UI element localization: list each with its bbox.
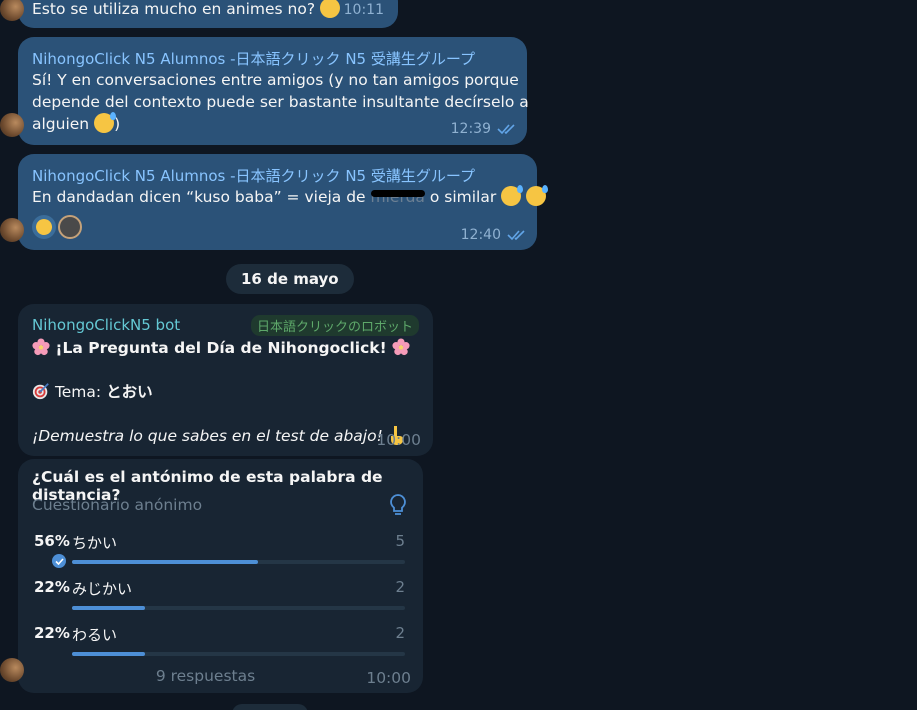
sender-name[interactable]: NihongoClick N5 Alumnos -日本語クリック N5 受講生グ… <box>32 48 475 69</box>
grinning-sweat-icon <box>501 185 524 206</box>
selected-check-icon <box>52 554 66 568</box>
double-check-icon <box>507 230 525 241</box>
message-bubble[interactable]: NihongoClick N5 Alumnos -日本語クリック N5 受講生グ… <box>0 154 549 250</box>
cherry-blossom-icon <box>392 338 410 356</box>
poll-option-percent: 56% <box>34 532 70 550</box>
poll-option-label: ちかい <box>72 534 118 552</box>
bot-message-bubble[interactable]: NihongoClickN5 bot 日本語クリックのロボット ¡La Preg… <box>18 304 433 456</box>
poll-type: Cuestionario anónimo <box>32 496 203 514</box>
sender-name[interactable]: NihongoClickN5 bot <box>32 316 180 334</box>
poll-option-bar <box>72 652 405 656</box>
message-bubble[interactable]: NihongoClick N5 Alumnos -日本語クリック N5 受講生グ… <box>0 37 529 145</box>
poll-option-percent: 22% <box>34 624 70 642</box>
reaction-avatar[interactable] <box>58 215 82 239</box>
message-text: En dandadan dicen “kuso baba” = vieja de <box>32 188 366 206</box>
chat-area: Esto se utiliza mucho en animes no? 10:1… <box>0 0 917 710</box>
bot-badge: 日本語クリックのロボット <box>250 315 419 336</box>
poll-option-bar-fill <box>72 560 258 564</box>
next-message-bubble[interactable] <box>232 704 308 710</box>
thinking-face-icon <box>319 0 340 18</box>
message-time: 10:11 <box>343 2 384 18</box>
poll-option-label: みじかい <box>72 580 133 598</box>
message-text: Esto se utiliza mucho en animes no? <box>32 0 316 18</box>
message-time: 12:39 <box>450 121 491 137</box>
date-separator: 16 de mayo <box>226 264 354 294</box>
redacted-word: mierda <box>370 188 426 206</box>
topic-label: Tema: <box>54 383 102 401</box>
poll-answers-count[interactable]: 9 respuestas <box>18 667 393 685</box>
poll-option-bar <box>72 606 405 610</box>
message-time: 12:40 <box>460 227 501 243</box>
message-bubble[interactable]: Esto se utiliza mucho en animes no? 10:1… <box>0 0 398 28</box>
poll-option-count: 2 <box>395 578 405 596</box>
message-text-line: alguien <box>32 115 90 133</box>
lightbulb-icon[interactable] <box>389 493 407 517</box>
cherry-blossom-icon <box>32 338 50 356</box>
avatar[interactable] <box>0 113 24 137</box>
poll-option-percent: 22% <box>34 578 70 596</box>
poll-option-count: 2 <box>395 624 405 642</box>
poll-option-label: わるい <box>72 626 118 644</box>
reaction-laughing[interactable] <box>32 215 56 239</box>
rolling-laughing-icon <box>33 216 55 238</box>
call-to-action: ¡Demuestra lo que sabes en el test de ab… <box>32 427 383 445</box>
message-time: 10:00 <box>366 669 411 687</box>
poll-bubble[interactable]: ¿Cuál es el antónimo de esta palabra de … <box>0 459 423 693</box>
message-time: 10:00 <box>376 431 421 449</box>
poll-option-bar-fill <box>72 652 145 656</box>
direct-hit-icon <box>32 383 49 400</box>
poll-option-bar <box>72 560 405 564</box>
message-text-line: Sí! Y en conversaciones entre amigos (y … <box>32 71 519 89</box>
avatar[interactable] <box>0 0 24 21</box>
avatar[interactable] <box>0 218 24 242</box>
grinning-sweat-icon <box>526 185 549 206</box>
message-text: o similar <box>429 188 497 206</box>
double-check-icon <box>497 124 515 135</box>
topic-value: とおい <box>106 383 153 401</box>
poll-option-count: 5 <box>395 532 405 550</box>
poll-option-bar-fill <box>72 606 145 610</box>
grinning-sweat-icon <box>94 112 117 133</box>
message-text-line: depende del contexto puede ser bastante … <box>32 93 529 111</box>
sender-name[interactable]: NihongoClick N5 Alumnos -日本語クリック N5 受講生グ… <box>32 165 475 186</box>
bot-title: ¡La Pregunta del Día de Nihongoclick! <box>55 339 387 357</box>
